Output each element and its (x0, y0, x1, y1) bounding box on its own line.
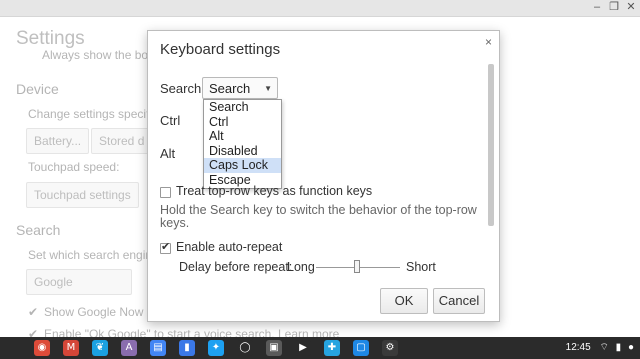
top-row-label: Treat top-row keys as function keys (176, 184, 373, 198)
alt-key-label: Alt (160, 146, 176, 161)
dropdown-option[interactable]: Disabled (204, 144, 281, 159)
auto-repeat-label: Enable auto-repeat (176, 240, 283, 254)
keyboard-settings-dialog: Keyboard settings × Search Ctrl Alt Sear… (147, 30, 500, 322)
photo-icon[interactable]: ▣ (266, 340, 282, 356)
hint-text: Hold the Search key to switch the behavi… (160, 203, 477, 230)
select-value: Search (209, 81, 251, 96)
search-key-dropdown: Search Ctrl Alt Disabled Caps Lock Escap… (203, 99, 282, 189)
dialog-title: Keyboard settings (160, 41, 281, 58)
ctrl-key-label: Ctrl (160, 113, 181, 128)
battery-icon: ▮ (615, 342, 622, 353)
delay-short-label: Short (406, 260, 436, 274)
dropdown-option-highlighted[interactable]: Caps Lock (204, 158, 281, 173)
butterfly-icon[interactable]: ❦ (92, 340, 108, 356)
docs-icon[interactable]: ▤ (150, 340, 166, 356)
settings-icon[interactable]: ⚙ (382, 340, 398, 356)
files-icon[interactable]: ▢ (353, 340, 369, 356)
ok-button[interactable]: OK (380, 288, 428, 314)
app-a-icon[interactable]: A (121, 340, 137, 356)
delay-long-label: Long (287, 260, 315, 274)
twitter-icon[interactable]: ✦ (208, 340, 224, 356)
delay-label: Delay before repeat: (179, 260, 293, 274)
bookmark-icon[interactable]: ▮ (179, 340, 195, 356)
minimize-icon[interactable]: – (590, 1, 604, 14)
close-icon[interactable]: × (485, 35, 492, 49)
chrome-icon[interactable]: ◉ (34, 340, 50, 356)
play-icon[interactable]: ▶ (295, 340, 311, 356)
close-icon[interactable]: ✕ (624, 1, 638, 14)
shelf: ◉ M ❦ A ▤ ▮ ✦ ◯ ▣ ▶ ✚ ▢ ⚙ 12:45 ⌔ ▮ ● (0, 337, 640, 359)
plus-icon[interactable]: ✚ (324, 340, 340, 356)
delay-slider-thumb[interactable] (354, 260, 360, 273)
caret-down-icon: ▼ (264, 84, 272, 93)
dialog-scrollbar[interactable] (488, 64, 494, 226)
search-key-label: Search (160, 81, 202, 96)
restore-icon[interactable]: ❐ (607, 1, 621, 14)
gmail-icon[interactable]: M (63, 340, 79, 356)
dropdown-option[interactable]: Search (204, 100, 281, 115)
wifi-icon: ⌔ (599, 342, 609, 353)
system-tray[interactable]: 12:45 ⌔ ▮ ● (566, 340, 634, 356)
avatar: ● (627, 342, 634, 353)
cancel-button[interactable]: Cancel (433, 288, 485, 314)
dropdown-option[interactable]: Alt (204, 129, 281, 144)
hangouts-icon[interactable]: ◯ (237, 340, 253, 356)
clock: 12:45 (565, 342, 591, 353)
top-row-checkbox[interactable] (160, 187, 171, 198)
search-key-select[interactable]: Search ▼ (202, 77, 278, 99)
check-icon: ✔ (161, 241, 171, 253)
auto-repeat-checkbox[interactable]: ✔ (160, 241, 171, 254)
dropdown-option[interactable]: Ctrl (204, 115, 281, 130)
window-titlebar: – ❐ ✕ (0, 0, 640, 17)
